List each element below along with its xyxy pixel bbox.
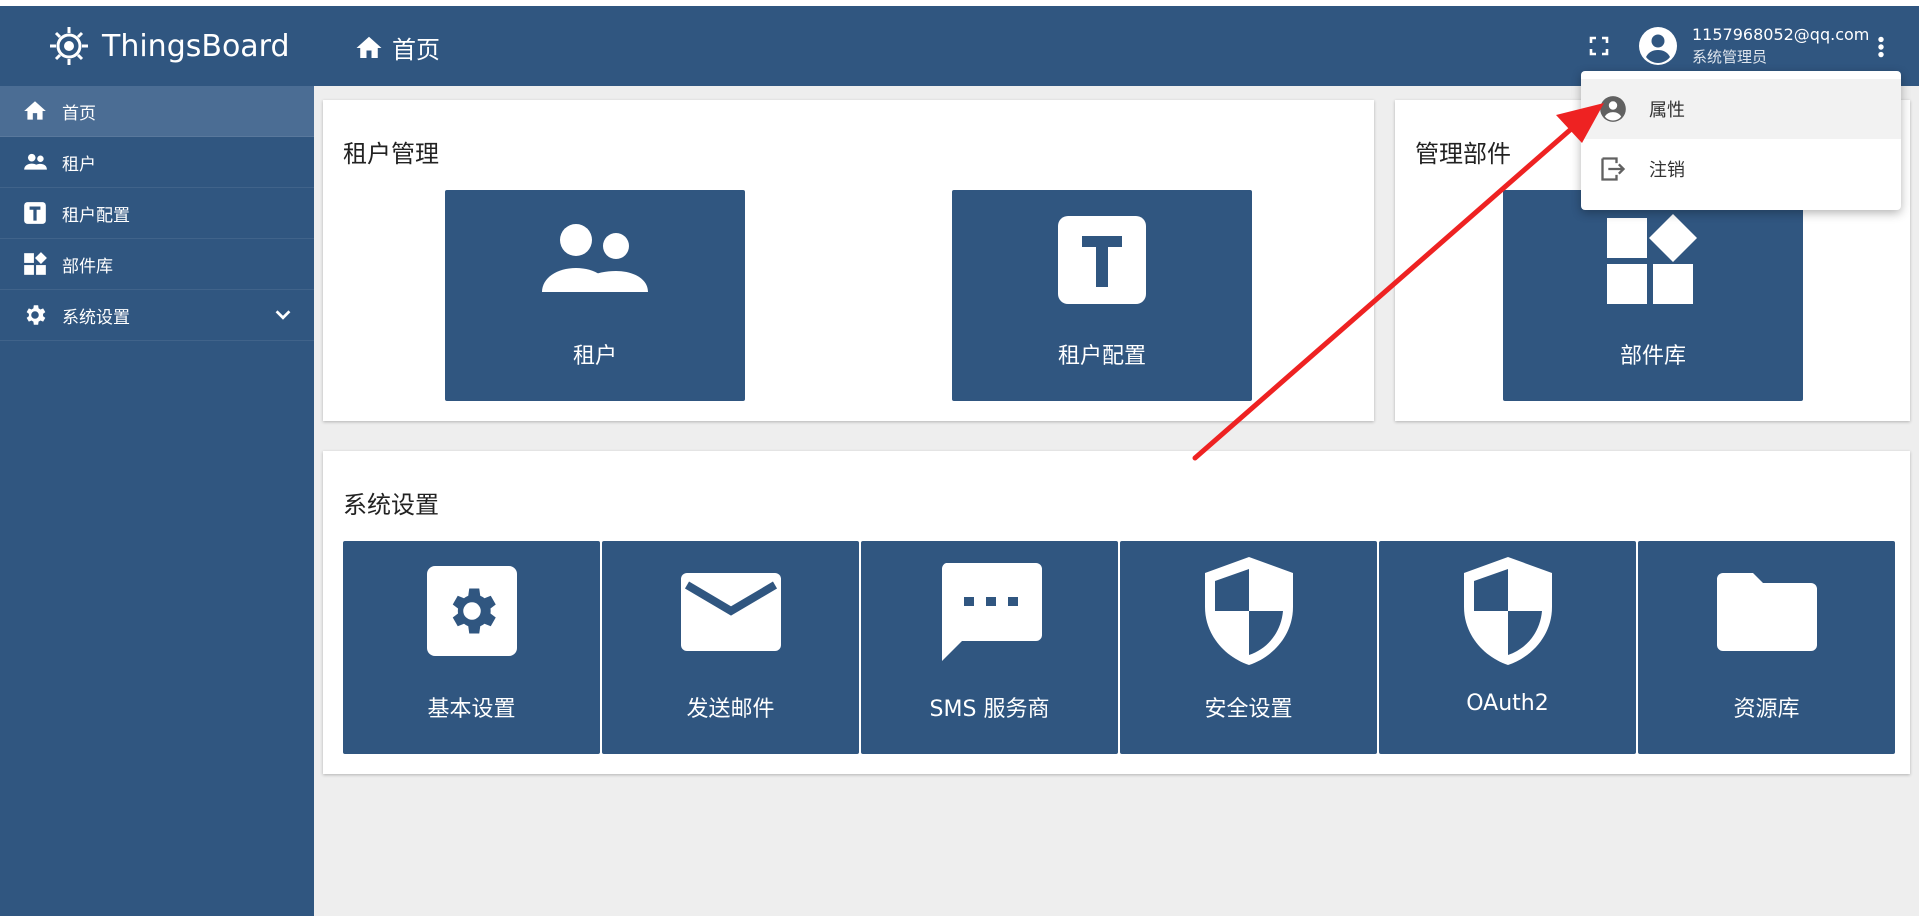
sms-provider-tile[interactable]: SMS 服务商 — [861, 541, 1118, 754]
system-settings-card: 系统设置 基本设置 发送邮件 SMS 服务商 安全设置 OAuth2 资源库 — [323, 451, 1910, 774]
tile-label: 安全设置 — [1204, 697, 1293, 722]
app-name: ThingsBoard — [102, 28, 290, 64]
tile-label: 租户 — [572, 344, 617, 369]
gear-icon — [26, 305, 46, 325]
fullscreen-icon[interactable] — [1587, 34, 1611, 58]
sidebar: ThingsBoard 首页 租户 租户配置 部件库 系统设置 — [0, 6, 314, 916]
sidebar-item-home[interactable]: 首页 — [0, 86, 314, 137]
app-logo[interactable]: ThingsBoard — [0, 6, 314, 86]
home-icon — [24, 101, 46, 120]
resource-library-tile[interactable]: 资源库 — [1638, 541, 1895, 754]
tile-label: SMS 服务商 — [929, 697, 1050, 722]
home-icon — [356, 36, 382, 58]
tenants-tile[interactable]: 租户 — [445, 190, 745, 401]
breadcrumb-label: 首页 — [392, 36, 440, 64]
tile-label: 发送邮件 — [686, 697, 775, 722]
card-title: 管理部件 — [1415, 140, 1511, 168]
tile-label: OAuth2 — [1466, 691, 1549, 716]
general-settings-tile[interactable]: 基本设置 — [343, 541, 600, 754]
tile-label: 部件库 — [1619, 344, 1686, 369]
sidebar-item-widgets[interactable]: 部件库 — [0, 239, 314, 290]
sidebar-item-label: 部件库 — [62, 256, 113, 277]
oauth2-tile[interactable]: OAuth2 — [1379, 541, 1636, 754]
people-icon — [542, 224, 648, 292]
user-avatar-icon[interactable] — [1638, 26, 1678, 66]
menu-item-label: 属性 — [1649, 100, 1685, 121]
mail-server-tile[interactable]: 发送邮件 — [602, 541, 859, 754]
widgets-icon — [24, 252, 47, 275]
more-vert-icon[interactable] — [1868, 34, 1894, 60]
user-info[interactable]: 1157968052@qq.com 系统管理员 — [1692, 24, 1869, 68]
menu-item-label: 注销 — [1649, 160, 1685, 181]
account-circle-icon — [1600, 96, 1626, 122]
sidebar-item-label: 系统设置 — [62, 307, 130, 328]
logout-icon — [1601, 157, 1626, 181]
security-shield-icon — [1204, 557, 1293, 665]
user-role: 系统管理员 — [1692, 48, 1768, 66]
tenant-management-card: 租户管理 租户 租户配置 — [323, 100, 1374, 421]
tile-label: 资源库 — [1733, 697, 1800, 722]
mail-icon — [680, 573, 781, 651]
card-title: 系统设置 — [343, 491, 439, 519]
widget-library-tile[interactable]: 部件库 — [1503, 190, 1803, 401]
sidebar-item-label: 首页 — [62, 103, 96, 124]
tenant-profile-icon — [1058, 216, 1146, 304]
sidebar-item-tenants[interactable]: 租户 — [0, 137, 314, 188]
sidebar-item-system-settings[interactable]: 系统设置 — [0, 290, 314, 341]
user-menu: 属性 注销 — [1581, 71, 1901, 210]
thingsboard-logo-icon — [50, 27, 88, 65]
tenant-profile-icon — [24, 202, 46, 224]
sidebar-item-label: 租户 — [62, 154, 96, 175]
card-title: 租户管理 — [343, 140, 439, 168]
gear-icon — [426, 566, 517, 656]
sidebar-item-label: 租户配置 — [62, 205, 130, 226]
people-icon — [24, 153, 47, 170]
folder-icon — [1716, 573, 1817, 651]
breadcrumb: 首页 — [354, 30, 440, 65]
security-settings-tile[interactable]: 安全设置 — [1120, 541, 1377, 754]
sidebar-item-tenant-profiles[interactable]: 租户配置 — [0, 188, 314, 239]
user-email: 1157968052@qq.com — [1692, 25, 1870, 44]
tile-label: 租户配置 — [1057, 344, 1146, 369]
menu-item-profile[interactable]: 属性 — [1581, 79, 1901, 139]
menu-item-logout[interactable]: 注销 — [1581, 139, 1901, 199]
security-shield-icon — [1463, 557, 1552, 665]
widgets-icon — [1607, 214, 1697, 304]
tenant-profiles-tile[interactable]: 租户配置 — [952, 190, 1252, 401]
chevron-down-icon[interactable] — [272, 304, 294, 326]
sms-icon — [941, 563, 1042, 661]
tile-label: 基本设置 — [427, 697, 516, 722]
